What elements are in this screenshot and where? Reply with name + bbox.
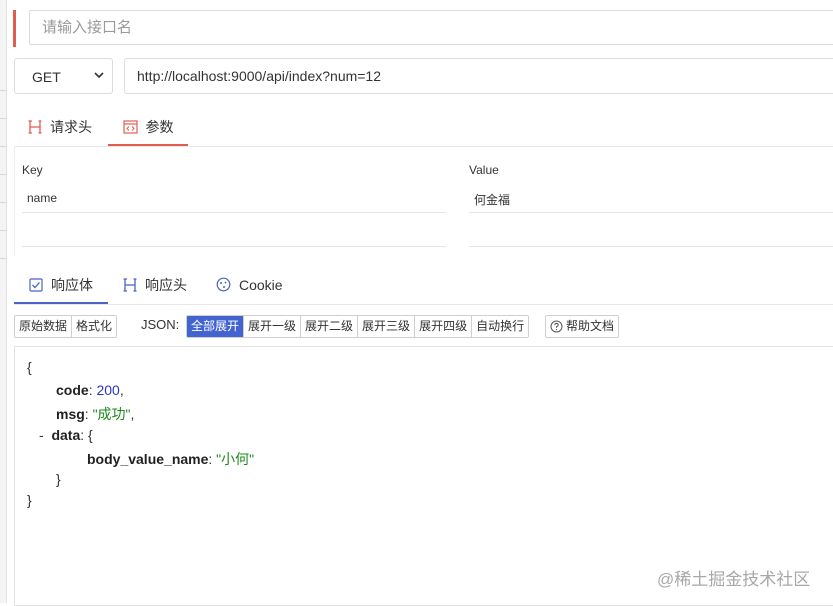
json-string-value: "成功" xyxy=(92,406,131,422)
json-line-code: code: 200, xyxy=(56,382,124,398)
expand-level-1-button[interactable]: 展开一级 xyxy=(244,316,302,337)
left-panel-edge xyxy=(0,0,7,603)
json-open-brace: { xyxy=(27,359,32,375)
request-tabs: 请求头 参数 xyxy=(14,108,833,147)
api-name-input[interactable] xyxy=(29,10,833,45)
value-underline xyxy=(469,212,833,213)
key-underline xyxy=(22,212,446,213)
json-close-brace: } xyxy=(27,492,32,508)
empty-param-value-cell[interactable] xyxy=(474,224,833,244)
json-line-body-value-name: body_value_name: "小何" xyxy=(87,451,255,467)
view-mode-group: 原始数据 格式化 xyxy=(14,315,118,338)
expand-level-group: 全部展开 展开一级 展开二级 展开三级 展开四级 自动换行 xyxy=(186,315,530,338)
json-key: body_value_name xyxy=(87,451,209,467)
json-key: data xyxy=(51,427,81,443)
url-input[interactable] xyxy=(124,58,833,94)
expand-level-2-button[interactable]: 展开二级 xyxy=(301,316,359,337)
json-key: msg xyxy=(56,406,85,422)
param-value-cell[interactable]: 何金福 xyxy=(474,191,510,208)
code-window-icon xyxy=(122,119,138,134)
tab-cookie-label: Cookie xyxy=(239,276,283,293)
value-column-header: Value xyxy=(469,163,499,177)
h-heading-icon xyxy=(28,119,42,134)
help-docs-button[interactable]: 帮助文档 xyxy=(546,316,619,337)
json-string-value: "小何" xyxy=(216,451,255,467)
key-underline xyxy=(22,246,446,247)
cookie-icon xyxy=(216,277,231,292)
watermark: @稀土掘金技术社区 xyxy=(657,570,811,589)
question-circle-icon xyxy=(550,320,563,333)
json-inner-close-brace: } xyxy=(56,471,61,487)
method-value: GET xyxy=(32,69,61,85)
tab-request-headers[interactable]: 请求头 xyxy=(28,108,92,145)
tab-request-headers-label: 请求头 xyxy=(50,118,92,135)
json-line-data: - data: { xyxy=(39,427,93,443)
name-accent-bar xyxy=(13,10,16,47)
api-name-row xyxy=(13,10,833,47)
tab-response-headers[interactable]: 响应头 xyxy=(123,266,187,303)
format-button[interactable]: 格式化 xyxy=(72,316,117,337)
help-docs-label: 帮助文档 xyxy=(566,319,615,333)
word-wrap-button[interactable]: 自动换行 xyxy=(472,316,529,337)
expand-level-3-button[interactable]: 展开三级 xyxy=(358,316,416,337)
chevron-down-icon xyxy=(94,72,104,79)
empty-param-key-cell[interactable] xyxy=(27,224,447,244)
tab-response-body-label: 响应体 xyxy=(51,276,93,293)
h-heading-icon xyxy=(123,277,137,292)
value-underline xyxy=(469,246,833,247)
method-select[interactable]: GET xyxy=(14,58,113,94)
json-number-value: 200 xyxy=(96,382,120,398)
checkbox-icon xyxy=(29,277,43,292)
tab-cookie[interactable]: Cookie xyxy=(216,266,283,303)
json-key: code xyxy=(56,382,89,398)
tab-response-body[interactable]: 响应体 xyxy=(14,266,108,304)
tab-response-headers-label: 响应头 xyxy=(145,276,187,293)
tab-params[interactable]: 参数 xyxy=(108,108,188,146)
param-key-cell[interactable]: name xyxy=(27,191,57,205)
raw-data-button[interactable]: 原始数据 xyxy=(15,316,73,337)
json-line-msg: msg: "成功", xyxy=(56,406,135,422)
tab-params-label: 参数 xyxy=(145,118,174,135)
expand-level-4-button[interactable]: 展开四级 xyxy=(415,316,473,337)
response-tabs: 响应体 响应头 Cookie xyxy=(14,266,833,305)
json-label: JSON: xyxy=(141,317,180,332)
key-column-header: Key xyxy=(22,163,43,177)
params-table: Key Value name 何金福 xyxy=(14,146,833,256)
help-group: 帮助文档 xyxy=(545,315,620,338)
expand-all-button[interactable]: 全部展开 xyxy=(187,316,245,337)
